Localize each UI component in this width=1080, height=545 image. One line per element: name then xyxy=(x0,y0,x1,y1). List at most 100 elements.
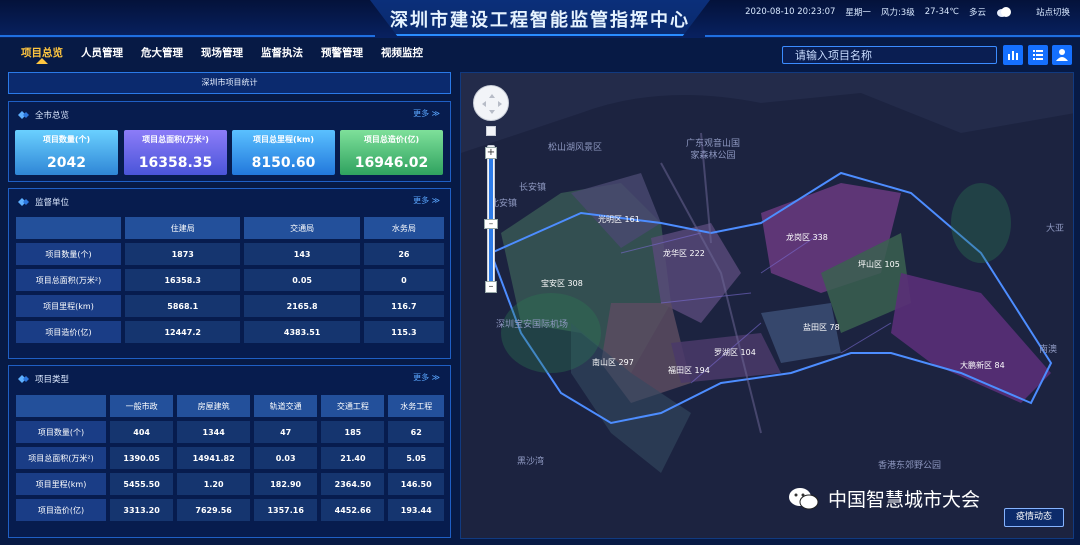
table-cell: 7629.56 xyxy=(177,499,251,521)
types-table: 一般市政 房屋建筑 轨道交通 交通工程 水务工程 项目数量(个) 404 134… xyxy=(12,391,448,525)
table-cell: 193.44 xyxy=(388,499,444,521)
table-header-row: 住建局 交通局 水务局 xyxy=(16,217,444,239)
header-line-right xyxy=(705,35,1080,37)
stat-label: 项目总里程(km) xyxy=(253,135,314,144)
table-cell: 26 xyxy=(363,243,444,265)
row-label: 项目里程(km) xyxy=(16,473,106,495)
temperature: 27-34℃ xyxy=(924,7,959,17)
district-label[interactable]: 福田区 194 xyxy=(668,365,710,376)
overview-title: 全市总览 xyxy=(17,109,69,121)
pan-control[interactable] xyxy=(473,85,509,121)
row-label: 项目数量(个) xyxy=(16,421,106,443)
table-row: 项目总面积(万米²) 1390.05 14941.82 0.03 21.40 5… xyxy=(16,447,444,469)
zoom-reset-button[interactable] xyxy=(486,126,496,136)
nav-item-enforcement[interactable]: 监督执法 xyxy=(252,44,312,66)
types-title: 项目类型 xyxy=(17,373,69,385)
table-cell: 1.20 xyxy=(177,473,251,495)
table-cell: 143 xyxy=(244,243,360,265)
row-label: 项目总面积(万米²) xyxy=(16,447,106,469)
district-label[interactable]: 大鹏新区 84 xyxy=(960,360,1005,371)
list-button[interactable] xyxy=(1028,45,1048,65)
zoom-slider[interactable] xyxy=(487,145,495,291)
table-cell: 21.40 xyxy=(321,447,385,469)
pan-arrows-icon xyxy=(482,94,502,114)
table-cell: 5.05 xyxy=(388,447,444,469)
zoom-in-button[interactable]: + xyxy=(485,147,497,159)
place-label: 香港东郊野公园 xyxy=(878,461,942,471)
nav-item-personnel[interactable]: 人员管理 xyxy=(72,44,132,66)
table-cell: 1357.16 xyxy=(254,499,318,521)
table-cell: 1390.05 xyxy=(110,447,174,469)
nav-item-overview[interactable]: 项目总览 xyxy=(12,44,72,66)
stat-card-area: 项目总面积(万米²) 16358.35 xyxy=(124,130,227,175)
district-label[interactable]: 龙岗区 338 xyxy=(786,232,828,243)
table-cell: 0 xyxy=(363,269,444,291)
users-button[interactable] xyxy=(1052,45,1072,65)
district-label[interactable]: 光明区 161 xyxy=(598,214,640,225)
table-header-cell xyxy=(16,395,106,417)
stats-header-title: 深圳市项目统计 xyxy=(201,78,258,87)
diamond-icon xyxy=(18,375,29,383)
table-row: 项目总面积(万米²) 16358.3 0.05 0 xyxy=(16,269,444,291)
table-cell: 115.3 xyxy=(363,321,444,343)
header-line-left xyxy=(0,35,375,37)
table-row: 项目数量(个) 404 1344 47 185 62 xyxy=(16,421,444,443)
watermark: 中国智慧城市大会 xyxy=(788,485,980,512)
page-title: 深圳市建设工程智能监管指挥中心 xyxy=(390,10,690,31)
nav-item-warning[interactable]: 预警管理 xyxy=(312,44,372,66)
supervision-more-link[interactable]: 更多 ≫ xyxy=(413,195,440,206)
table-cell: 12447.2 xyxy=(125,321,241,343)
zoom-handle[interactable]: – xyxy=(484,219,498,229)
search-input[interactable] xyxy=(782,46,997,64)
zoom-out-button[interactable]: – xyxy=(485,281,497,293)
table-cell: 4383.51 xyxy=(244,321,360,343)
table-cell: 16358.3 xyxy=(125,269,241,291)
wechat-icon xyxy=(789,487,819,509)
types-more-link[interactable]: 更多 ≫ xyxy=(413,372,440,383)
district-label[interactable]: 宝安区 308 xyxy=(541,278,583,289)
place-label: 黑沙湾 xyxy=(517,457,545,467)
nav-item-video[interactable]: 视频监控 xyxy=(372,44,432,66)
bar-chart-button[interactable] xyxy=(1003,45,1023,65)
table-header-cell: 住建局 xyxy=(125,217,241,239)
overview-more-link[interactable]: 更多 ≫ xyxy=(413,108,440,119)
site-switch[interactable]: 站点切换 xyxy=(1036,6,1070,18)
epidemic-button[interactable]: 疫情动态 xyxy=(1004,508,1064,527)
place-label: 深圳宝安国际机场 xyxy=(496,320,569,330)
table-cell: 0.05 xyxy=(244,269,360,291)
weather-text: 多云 xyxy=(968,8,986,18)
table-cell: 47 xyxy=(254,421,318,443)
row-label: 项目里程(km) xyxy=(16,295,121,317)
table-header-cell: 房屋建筑 xyxy=(177,395,251,417)
stat-label: 项目总造价(亿) xyxy=(363,135,420,144)
district-label[interactable]: 南山区 297 xyxy=(592,357,634,368)
district-label[interactable]: 罗湖区 104 xyxy=(714,347,756,358)
table-header-row: 一般市政 房屋建筑 轨道交通 交通工程 水务工程 xyxy=(16,395,444,417)
table-cell: 146.50 xyxy=(388,473,444,495)
district-label[interactable]: 盐田区 78 xyxy=(803,322,840,333)
stat-value: 16358.35 xyxy=(138,155,213,171)
district-label[interactable]: 坪山区 105 xyxy=(858,259,900,270)
nav-item-hazard[interactable]: 危大管理 xyxy=(132,44,192,66)
district-label[interactable]: 龙华区 222 xyxy=(663,248,705,259)
nav-item-site[interactable]: 现场管理 xyxy=(192,44,252,66)
table-cell: 3313.20 xyxy=(110,499,174,521)
row-label: 项目数量(个) xyxy=(16,243,121,265)
bar-chart-icon xyxy=(1008,51,1018,60)
table-header-cell: 交通工程 xyxy=(321,395,385,417)
diamond-icon xyxy=(18,198,29,206)
weekday: 星期一 xyxy=(845,8,871,18)
table-row: 项目造价(亿) 12447.2 4383.51 115.3 xyxy=(16,321,444,343)
users-icon xyxy=(1056,49,1068,61)
place-label: 长安镇 xyxy=(519,183,547,193)
title-bar: 深圳市建设工程智能监管指挥中心 xyxy=(370,0,710,36)
watermark-text: 中国智慧城市大会 xyxy=(828,489,981,511)
table-cell: 2364.50 xyxy=(321,473,385,495)
table-cell: 1344 xyxy=(177,421,251,443)
city-map[interactable]: 光明区 161 龙华区 222 龙岗区 338 坪山区 105 宝安区 308 … xyxy=(460,72,1074,539)
table-header-cell xyxy=(16,217,121,239)
table-header-cell: 一般市政 xyxy=(110,395,174,417)
stats-header: 深圳市项目统计 xyxy=(8,72,451,94)
top-header: 深圳市建设工程智能监管指挥中心 2020-08-10 20:23:07 星期一 … xyxy=(0,0,1080,38)
table-cell: 62 xyxy=(388,421,444,443)
